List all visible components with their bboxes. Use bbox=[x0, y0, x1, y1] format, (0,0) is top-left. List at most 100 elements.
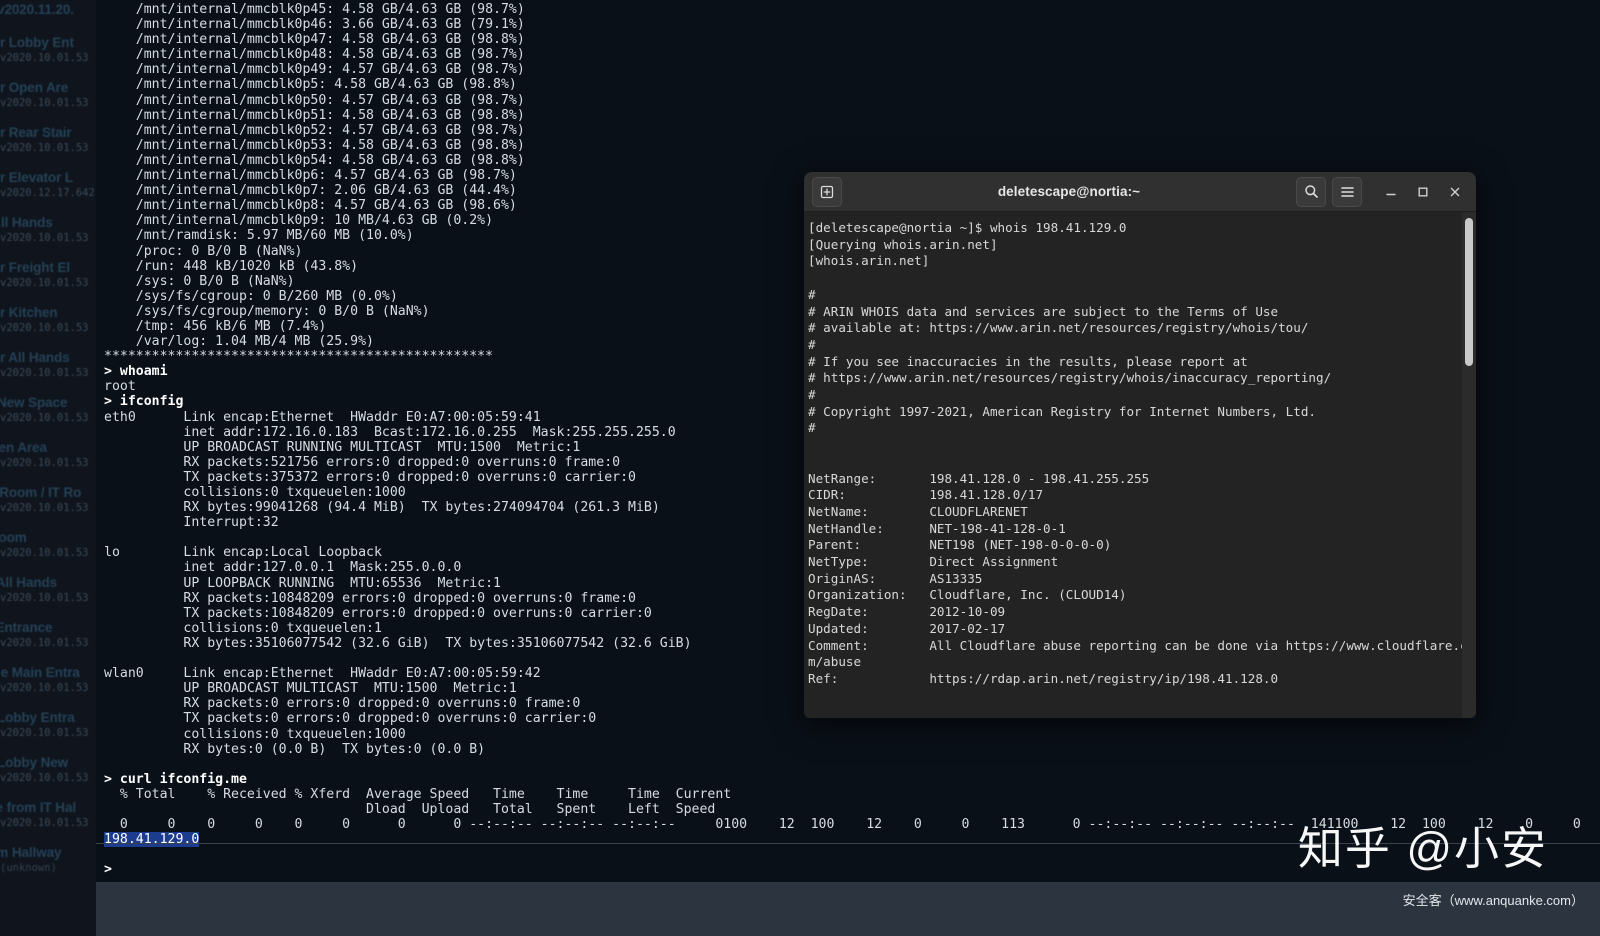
camera-list-item[interactable]: loor Kitchen v2020.10.01.53 bbox=[0, 303, 96, 336]
camera-list-item[interactable]: oom Hallway (unknown) bbox=[0, 843, 96, 876]
terminal-line: NetRange: 198.41.128.0 - 198.41.255.255 bbox=[808, 470, 1150, 486]
terminal-line: NetName: CLOUDFLARENET bbox=[808, 503, 1028, 519]
new-tab-icon[interactable] bbox=[812, 176, 842, 207]
console-command-curl: > curl ifconfig.me bbox=[104, 771, 247, 787]
terminal-titlebar[interactable]: deletescape@nortia:~ bbox=[804, 172, 1476, 212]
camera-list-item[interactable]: Side Main Entra v2020.10.01.53 bbox=[0, 663, 96, 696]
terminal-line: Comment: All Cloudflare abuse reporting … bbox=[808, 637, 1462, 653]
camera-version: v2020.10.01.53 bbox=[0, 637, 89, 649]
zhihu-watermark: 知乎 @小安 bbox=[1297, 823, 1548, 874]
camera-list-item[interactable]: loor Elevator L v2020.12.17.642 bbox=[0, 168, 96, 201]
terminal-line: RegDate: 2012-10-09 bbox=[808, 604, 1006, 620]
camera-list-item[interactable]: r Room v2020.10.01.53 bbox=[0, 528, 96, 561]
camera-version: v2020.10.01.53 bbox=[0, 232, 89, 244]
console-disk-usage-line: /mnt/internal/mmcblk0p5: 4.58 GB/4.63 GB… bbox=[104, 77, 517, 93]
camera-name: or New Space bbox=[0, 395, 68, 410]
console-disk-usage-line: /mnt/internal/mmcblk0p45: 4.58 GB/4.63 G… bbox=[104, 2, 525, 17]
camera-list-item[interactable]: or Lobby New v2020.10.01.53 bbox=[0, 753, 96, 786]
camera-name: r Room bbox=[0, 530, 27, 545]
camera-version: v2020.12.17.642 bbox=[0, 187, 95, 199]
search-icon[interactable] bbox=[1296, 176, 1326, 207]
close-icon[interactable] bbox=[1442, 179, 1468, 205]
camera-name: — v2020.11.20. bbox=[0, 2, 74, 17]
camera-list-item[interactable]: et Entrance v2020.10.01.53 bbox=[0, 618, 96, 651]
camera-name: Side Main Entra bbox=[0, 665, 80, 680]
terminal-line: NetHandle: NET-198-41-128-0-1 bbox=[808, 520, 1066, 536]
camera-list-item[interactable]: nce from IT Hal v2020.10.01.53 bbox=[0, 798, 96, 831]
camera-version: v2020.10.01.53 bbox=[0, 772, 89, 784]
terminal-line: # Copyright 1997-2021, American Registry… bbox=[808, 403, 1316, 419]
hamburger-menu-icon[interactable] bbox=[1332, 176, 1362, 207]
camera-name: of All Hands bbox=[0, 575, 58, 590]
camera-list-item[interactable]: loor All Hands v2020.10.01.53 bbox=[0, 348, 96, 381]
camera-name: loor Elevator L bbox=[0, 170, 74, 185]
terminal-scrollbar-thumb[interactable] bbox=[1465, 218, 1473, 366]
camera-name: loor All Hands bbox=[0, 350, 70, 365]
camera-version: v2020.10.01.53 bbox=[0, 412, 89, 424]
terminal-title: deletescape@nortia:~ bbox=[997, 184, 1141, 199]
camera-version: v2020.10.01.53 bbox=[0, 727, 89, 739]
terminal-line: # bbox=[808, 387, 816, 403]
terminal-window[interactable]: deletescape@nortia:~ [deletescape@nortia… bbox=[804, 172, 1476, 718]
camera-list-item[interactable]: or New Space v2020.10.01.53 bbox=[0, 393, 96, 426]
camera-version: v2020.10.01.53 bbox=[0, 682, 89, 694]
camera-name: or Lobby Entra bbox=[0, 710, 75, 725]
console-disk-usage-line: /mnt/internal/mmcblk0p54: 4.58 GB/4.63 G… bbox=[104, 152, 525, 168]
console-disk-usage-line: /mnt/internal/mmcblk0p51: 4.58 GB/4.63 G… bbox=[104, 107, 525, 123]
terminal-line: [Querying whois.arin.net] bbox=[808, 236, 998, 252]
terminal-line: # bbox=[808, 336, 816, 352]
console-disk-usage-line: /mnt/internal/mmcblk0p46: 3.66 GB/4.63 G… bbox=[104, 17, 525, 33]
camera-version: v2020.10.01.53 bbox=[0, 457, 89, 469]
camera-list-item[interactable]: ge Room / IT Ro v2020.10.01.53 bbox=[0, 483, 96, 516]
camera-list-item[interactable]: Open Area v2020.10.01.53 bbox=[0, 438, 96, 471]
camera-version: v2020.10.01.53 bbox=[0, 817, 89, 829]
terminal-line: [whois.arin.net] bbox=[808, 253, 930, 269]
console-ifconfig-line: RX bytes:0 (0.0 B) TX bytes:0 (0.0 B) bbox=[104, 741, 486, 757]
camera-list-item[interactable]: loor Freight El v2020.10.01.53 bbox=[0, 258, 96, 291]
background-bottom-bar bbox=[96, 882, 1600, 936]
camera-version: v2020.10.01.53 bbox=[0, 367, 89, 379]
camera-list-item[interactable]: — v2020.11.20. bbox=[0, 0, 96, 21]
console-disk-usage-line: /mnt/internal/mmcblk0p48: 4.58 GB/4.63 G… bbox=[104, 47, 525, 63]
terminal-line: # ARIN WHOIS data and services are subje… bbox=[808, 303, 1279, 319]
minimize-icon[interactable] bbox=[1378, 179, 1404, 205]
camera-version: v2020.10.01.53 bbox=[0, 97, 89, 109]
camera-name: Open Area bbox=[0, 440, 47, 455]
camera-name: nce from IT Hal bbox=[0, 800, 77, 815]
camera-name: loor Lobby Ent bbox=[0, 35, 74, 50]
camera-name: et Entrance bbox=[0, 620, 53, 635]
camera-list-item[interactable]: of All Hands v2020.10.01.53 bbox=[0, 573, 96, 606]
camera-name: T All Hands bbox=[0, 215, 53, 230]
camera-list-sidebar[interactable]: — v2020.11.20. loor Lobby Ent v2020.10.01.… bbox=[0, 0, 96, 936]
camera-version: v2020.10.01.53 bbox=[0, 52, 89, 64]
terminal-line: Updated: 2017-02-17 bbox=[808, 620, 1006, 636]
camera-name: ge Room / IT Ro bbox=[0, 485, 82, 500]
camera-list-item[interactable]: loor Rear Stair v2020.10.01.53 bbox=[0, 123, 96, 156]
terminal-line: m/abuse bbox=[808, 654, 862, 670]
console-disk-usage-line: /mnt/internal/mmcblk0p50: 4.57 GB/4.63 G… bbox=[104, 92, 525, 108]
selected-ip-text[interactable]: 198.41.129.0 bbox=[104, 832, 200, 848]
camera-name: loor Freight El bbox=[0, 260, 71, 275]
console-disk-usage-line: /mnt/internal/mmcblk0p53: 4.58 GB/4.63 G… bbox=[104, 137, 525, 153]
terminal-scrollbar[interactable] bbox=[1462, 212, 1476, 718]
terminal-line: # bbox=[808, 420, 816, 436]
camera-version: v2020.10.01.53 bbox=[0, 142, 89, 154]
anquanke-watermark: 安全客（www.anquanke.com） bbox=[1402, 893, 1584, 908]
console-blank bbox=[96, 757, 1600, 772]
terminal-body[interactable]: [deletescape@nortia ~]$ whois 198.41.129… bbox=[804, 212, 1476, 718]
terminal-line: CIDR: 198.41.128.0/17 bbox=[808, 487, 1044, 503]
camera-version: v2020.10.01.53 bbox=[0, 592, 89, 604]
terminal-output-text[interactable]: [deletescape@nortia ~]$ whois 198.41.129… bbox=[804, 212, 1462, 718]
maximize-icon[interactable] bbox=[1410, 179, 1436, 205]
console-curl-header: % Total % Received % Xferd Average Speed… bbox=[104, 786, 732, 802]
camera-list-item[interactable]: T All Hands v2020.10.01.53 bbox=[0, 213, 96, 246]
camera-list-item[interactable]: loor Open Are v2020.10.01.53 bbox=[0, 78, 96, 111]
camera-list-item[interactable]: loor Lobby Ent v2020.10.01.53 bbox=[0, 33, 96, 66]
terminal-line: # https://www.arin.net/resources/registr… bbox=[808, 370, 1332, 386]
terminal-line: # bbox=[808, 286, 816, 302]
camera-name: loor Kitchen bbox=[0, 305, 58, 320]
camera-list-item[interactable]: or Lobby Entra v2020.10.01.53 bbox=[0, 708, 96, 741]
